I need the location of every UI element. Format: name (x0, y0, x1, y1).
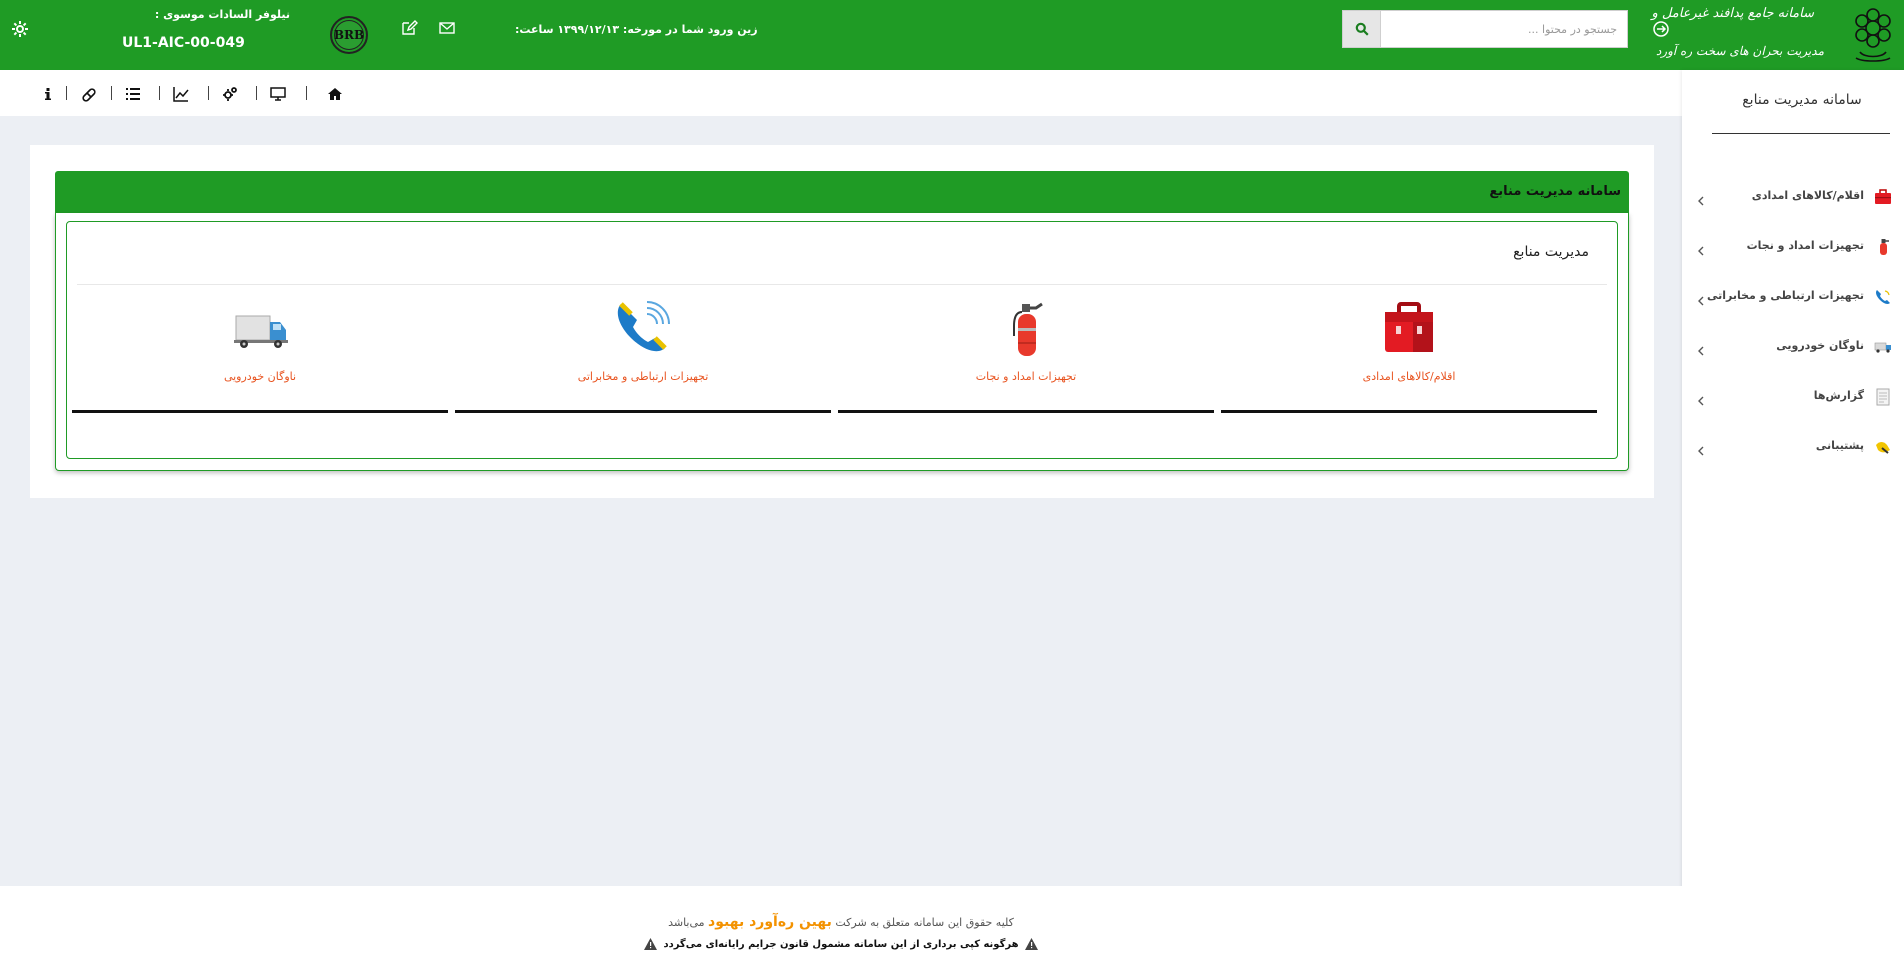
search-icon (1355, 22, 1369, 36)
sidebar-item-label: گزارش‌ها (1813, 389, 1864, 402)
main-card: سامانه مدیریت منابع مدیریت منابع اقلام/ک… (30, 145, 1654, 498)
top-header-bar: نیلوفر السادات موسوی : UL1-AIC-00-049 BR… (0, 0, 1904, 70)
search-box (1342, 10, 1628, 48)
chevron-left-icon (1696, 441, 1706, 456)
phone-icon (613, 298, 673, 358)
cogs-icon[interactable] (222, 86, 238, 102)
sidebar-title: سامانه مدیریت منابع (1742, 92, 1862, 108)
toolbar-divider (256, 86, 257, 100)
support-icon (1874, 438, 1892, 456)
line-chart-icon[interactable] (173, 86, 189, 102)
user-name: نیلوفر السادات موسوی : (154, 8, 290, 21)
warning-icon (1025, 938, 1039, 950)
home-icon[interactable] (327, 86, 343, 102)
sidebar-item-label: تجهیزات امداد و نجات (1746, 239, 1864, 252)
logo-text: BRB (333, 28, 365, 42)
legal-warning: هرگونه کپی برداری از این سامانه مشمول قا… (0, 938, 1682, 950)
toolbox-icon (1379, 298, 1439, 358)
tile-rescue-equipment[interactable]: تجهیزات امداد و نجات (838, 298, 1214, 418)
tile-label: ناوگان خودرویی (223, 370, 297, 383)
sidebar-item-rescue-equipment[interactable]: تجهیزات امداد و نجات (1682, 233, 1904, 263)
fire-extinguisher-icon (1874, 238, 1892, 256)
tile-label: اقلام/کالاهای امدادی (1362, 370, 1456, 383)
quick-toolbar (0, 70, 1682, 116)
sidebar-item-label: پشتیبانی (1815, 439, 1864, 452)
sidebar-item-vehicle-fleet[interactable]: ناوگان خودرویی (1682, 333, 1904, 363)
sidebar-item-label: تجهیزات ارتباطی و مخابراتی (1706, 289, 1864, 302)
truck-icon (230, 298, 290, 358)
panel-body: مدیریت منابع اقلام/کالاهای امدادی تجهیزا… (55, 213, 1629, 471)
chevron-left-icon (1696, 191, 1706, 206)
chevron-left-icon (1696, 291, 1706, 306)
company-name: بهین ره‌آورد بهبود (708, 914, 832, 930)
panel-title: سامانه مدیریت منابع (1489, 184, 1621, 199)
sidebar-item-relief-items[interactable]: اقلام/کالاهای امدادی (1682, 183, 1904, 213)
chevron-left-icon (1696, 341, 1706, 356)
sidebar: سامانه مدیریت منابع اقلام/کالاهای امدادی… (1682, 70, 1904, 975)
toolbox-icon (1874, 188, 1892, 206)
tile-underline (1221, 410, 1597, 413)
toolbar-divider (208, 86, 209, 100)
search-button[interactable] (1342, 10, 1380, 48)
company-logo: BRB (330, 16, 368, 54)
info-icon[interactable] (43, 86, 59, 102)
sidebar-divider (1712, 133, 1890, 134)
toolbar-divider (159, 86, 160, 100)
tile-underline (72, 410, 448, 413)
search-input[interactable] (1380, 10, 1628, 48)
toolbar-divider (66, 86, 67, 100)
sign-out-icon[interactable] (1651, 19, 1671, 39)
copyright-suffix: می‌باشد (668, 916, 705, 929)
report-icon (1874, 388, 1892, 406)
legal-warning-text: هرگونه کپی برداری از این سامانه مشمول قا… (663, 939, 1019, 950)
tile-communication-equipment[interactable]: تجهیزات ارتباطی و مخابراتی (455, 298, 831, 418)
box-title: مدیریت منابع (1513, 244, 1589, 260)
tile-underline (455, 410, 831, 413)
chevron-left-icon (1696, 241, 1706, 256)
user-code: UL1-AIC-00-049 (122, 35, 245, 51)
sidebar-item-reports[interactable]: گزارش‌ها (1682, 383, 1904, 413)
brand-title-line1: سامانه جامع پدافند غیرعامل و (1651, 6, 1815, 21)
edit-icon[interactable] (400, 19, 418, 37)
monitor-icon[interactable] (270, 86, 286, 102)
toolbar-divider (111, 86, 112, 100)
sidebar-item-label: اقلام/کالاهای امدادی (1751, 189, 1864, 202)
sidebar-item-label: ناوگان خودرویی (1776, 339, 1864, 352)
box-divider (77, 284, 1607, 285)
last-login-info: زین ورود شما در مورخه: ۱۳۹۹/۱۲/۱۳ ساعت: (515, 23, 758, 36)
gear-icon[interactable] (10, 19, 30, 39)
sidebar-item-support[interactable]: پشتیبانی (1682, 433, 1904, 463)
pills-icon[interactable] (81, 86, 97, 102)
resource-management-box: مدیریت منابع اقلام/کالاهای امدادی تجهیزا… (66, 221, 1618, 459)
tile-vehicle-fleet[interactable]: ناوگان خودرویی (72, 298, 448, 418)
warning-icon (643, 938, 657, 950)
panel-header: سامانه مدیریت منابع (55, 171, 1629, 213)
footer: کلیه حقوق این سامانه متعلق به شرکت بهین … (0, 886, 1682, 975)
emblem-logo (1850, 2, 1896, 68)
phone-icon (1874, 288, 1892, 306)
tile-relief-items[interactable]: اقلام/کالاهای امدادی (1221, 298, 1597, 418)
list-icon[interactable] (125, 86, 141, 102)
copyright-text: کلیه حقوق این سامانه متعلق به شرکت بهین … (0, 914, 1682, 930)
envelope-icon[interactable] (438, 19, 456, 37)
fire-extinguisher-icon (996, 298, 1056, 358)
user-info: نیلوفر السادات موسوی : UL1-AIC-00-049 (100, 8, 290, 51)
chevron-left-icon (1696, 391, 1706, 406)
sidebar-item-communication-equipment[interactable]: تجهیزات ارتباطی و مخابراتی (1682, 283, 1904, 313)
tile-label: تجهیزات ارتباطی و مخابراتی (577, 370, 709, 383)
truck-icon (1874, 338, 1892, 356)
copyright-prefix: کلیه حقوق این سامانه متعلق به شرکت (835, 916, 1014, 929)
tile-underline (838, 410, 1214, 413)
brand-title-line2: مدیریت بحران های سخت ره آورد (1655, 44, 1824, 58)
toolbar-divider (306, 86, 307, 100)
tile-label: تجهیزات امداد و نجات (975, 370, 1077, 383)
brand-area: سامانه جامع پدافند غیرعامل و مدیریت بحرا… (1652, 0, 1904, 70)
